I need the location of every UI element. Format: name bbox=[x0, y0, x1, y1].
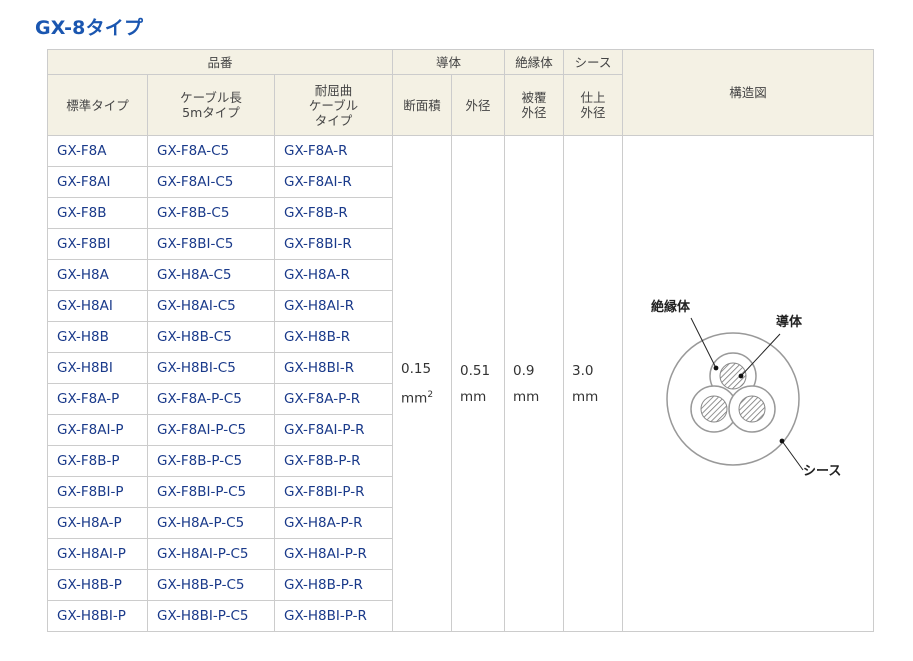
model-5m[interactable]: GX-H8AI-P-C5 bbox=[147, 538, 275, 570]
header-flex: 耐屈曲 ケーブル タイプ bbox=[274, 74, 393, 136]
value-finish-unit: mm bbox=[572, 388, 599, 405]
value-outer-num: 0.51 bbox=[460, 362, 491, 379]
model-flex[interactable]: GX-F8AI-R bbox=[274, 166, 393, 198]
model-flex[interactable]: GX-H8B-R bbox=[274, 321, 393, 353]
header-cover-diameter: 被覆 外径 bbox=[504, 74, 564, 136]
header-finish-line1: 仕上 bbox=[580, 90, 606, 105]
model-5m[interactable]: GX-F8AI-P-C5 bbox=[147, 414, 275, 446]
label-sheath: シース bbox=[803, 464, 841, 479]
dot-sheath bbox=[779, 438, 785, 443]
header-cover-line2: 外径 bbox=[521, 105, 547, 120]
model-flex[interactable]: GX-H8BI-R bbox=[274, 352, 393, 384]
header-area: 断面積 bbox=[392, 74, 452, 136]
model-5m[interactable]: GX-H8B-C5 bbox=[147, 321, 275, 353]
model-flex[interactable]: GX-H8BI-P-R bbox=[274, 600, 393, 632]
model-std[interactable]: GX-H8B-P bbox=[47, 569, 148, 601]
value-area-num: 0.15 bbox=[401, 360, 432, 377]
model-std[interactable]: GX-H8A bbox=[47, 259, 148, 291]
header-cable-5m-line1: ケーブル長 bbox=[180, 90, 242, 105]
model-5m[interactable]: GX-F8B-P-C5 bbox=[147, 445, 275, 477]
header-flex-line1: 耐屈曲 bbox=[314, 82, 353, 98]
header-cover-line1: 被覆 bbox=[521, 90, 547, 105]
value-area: 0.15 mm2 bbox=[392, 135, 452, 632]
model-std[interactable]: GX-H8AI-P bbox=[47, 538, 148, 570]
header-cable-5m-line2: 5mタイプ bbox=[182, 105, 240, 120]
model-std[interactable]: GX-H8BI bbox=[47, 352, 148, 384]
model-5m[interactable]: GX-H8B-P-C5 bbox=[147, 569, 275, 601]
model-std[interactable]: GX-F8A bbox=[47, 135, 148, 167]
value-outer-unit: mm bbox=[460, 388, 487, 405]
value-outer: 0.51 mm bbox=[451, 135, 505, 632]
model-std[interactable]: GX-F8A-P bbox=[47, 383, 148, 415]
header-finish-line2: 外径 bbox=[580, 105, 606, 120]
model-5m[interactable]: GX-H8BI-P-C5 bbox=[147, 600, 275, 632]
value-area-exp: 2 bbox=[427, 389, 434, 400]
model-5m[interactable]: GX-F8BI-C5 bbox=[147, 228, 275, 260]
structure-diagram-cell: 絶縁体 導体 シース bbox=[622, 135, 874, 632]
cable-structure-diagram: 絶縁体 導体 シース bbox=[650, 299, 841, 479]
dot-conductor bbox=[738, 373, 744, 378]
model-std[interactable]: GX-F8BI bbox=[47, 228, 148, 260]
conductor-circle-right bbox=[738, 395, 766, 422]
value-finish-num: 3.0 bbox=[572, 362, 594, 379]
model-std[interactable]: GX-F8BI-P bbox=[47, 476, 148, 508]
page-title: GX-8タイプ bbox=[35, 17, 144, 39]
header-outer: 外径 bbox=[451, 74, 505, 136]
leader-sheath bbox=[781, 440, 804, 470]
spec-table: 品番 導体 絶縁体 シース 構造図 標準タイプ ケーブル長 5mタイプ 耐屈曲 … bbox=[47, 49, 874, 632]
value-area-unit: mm bbox=[401, 390, 428, 407]
value-cover-num: 0.9 bbox=[513, 362, 535, 379]
model-5m[interactable]: GX-F8A-P-C5 bbox=[147, 383, 275, 415]
header-hinban: 品番 bbox=[47, 49, 393, 75]
model-5m[interactable]: GX-H8A-P-C5 bbox=[147, 507, 275, 539]
value-cover-unit: mm bbox=[513, 388, 540, 405]
model-flex[interactable]: GX-H8AI-R bbox=[274, 290, 393, 322]
header-structure-label: 構造図 bbox=[729, 85, 767, 100]
model-std[interactable]: GX-H8A-P bbox=[47, 507, 148, 539]
value-cover: 0.9 mm bbox=[504, 135, 564, 632]
header-finish-diameter: 仕上 外径 bbox=[563, 74, 623, 136]
header-cable-5m: ケーブル長 5mタイプ bbox=[147, 74, 275, 136]
header-insulator: 絶縁体 bbox=[504, 49, 564, 75]
model-5m[interactable]: GX-H8A-C5 bbox=[147, 259, 275, 291]
model-flex[interactable]: GX-H8A-P-R bbox=[274, 507, 393, 539]
header-conductor: 導体 bbox=[392, 49, 505, 75]
model-std[interactable]: GX-F8B bbox=[47, 197, 148, 229]
header-structure: 構造図 bbox=[622, 49, 874, 136]
header-flex-line3: タイプ bbox=[314, 112, 353, 128]
value-finish: 3.0 mm bbox=[563, 135, 623, 632]
header-flex-line2: ケーブル bbox=[308, 97, 359, 113]
model-flex[interactable]: GX-F8BI-P-R bbox=[274, 476, 393, 508]
model-std[interactable]: GX-H8B bbox=[47, 321, 148, 353]
label-insulator: 絶縁体 bbox=[650, 299, 691, 315]
model-flex[interactable]: GX-F8A-R bbox=[274, 135, 393, 167]
model-std[interactable]: GX-F8AI bbox=[47, 166, 148, 198]
model-5m[interactable]: GX-H8AI-C5 bbox=[147, 290, 275, 322]
model-flex[interactable]: GX-H8A-R bbox=[274, 259, 393, 291]
model-std[interactable]: GX-F8AI-P bbox=[47, 414, 148, 446]
model-5m[interactable]: GX-F8A-C5 bbox=[147, 135, 275, 167]
model-flex[interactable]: GX-F8A-P-R bbox=[274, 383, 393, 415]
header-std-type: 標準タイプ bbox=[47, 74, 148, 136]
model-std[interactable]: GX-H8BI-P bbox=[47, 600, 148, 632]
model-flex[interactable]: GX-H8AI-P-R bbox=[274, 538, 393, 570]
model-5m[interactable]: GX-F8BI-P-C5 bbox=[147, 476, 275, 508]
model-std[interactable]: GX-H8AI bbox=[47, 290, 148, 322]
model-flex[interactable]: GX-F8B-P-R bbox=[274, 445, 393, 477]
spec-table-body: GX-F8A GX-F8A-C5 GX-F8A-R 0.15 mm2 0.51 … bbox=[47, 135, 874, 632]
dot-insulator bbox=[713, 365, 719, 370]
model-flex[interactable]: GX-F8BI-R bbox=[274, 228, 393, 260]
value-area-unit-wrap: mm2 bbox=[401, 382, 451, 412]
model-std[interactable]: GX-F8B-P bbox=[47, 445, 148, 477]
model-flex[interactable]: GX-F8AI-P-R bbox=[274, 414, 393, 446]
model-5m[interactable]: GX-H8BI-C5 bbox=[147, 352, 275, 384]
table-row: GX-F8A GX-F8A-C5 GX-F8A-R 0.15 mm2 0.51 … bbox=[47, 135, 874, 632]
conductor-circle-left bbox=[700, 395, 728, 422]
model-5m[interactable]: GX-F8AI-C5 bbox=[147, 166, 275, 198]
label-conductor: 導体 bbox=[776, 314, 803, 330]
model-flex[interactable]: GX-H8B-P-R bbox=[274, 569, 393, 601]
model-5m[interactable]: GX-F8B-C5 bbox=[147, 197, 275, 229]
header-sheath: シース bbox=[563, 49, 623, 75]
model-flex[interactable]: GX-F8B-R bbox=[274, 197, 393, 229]
